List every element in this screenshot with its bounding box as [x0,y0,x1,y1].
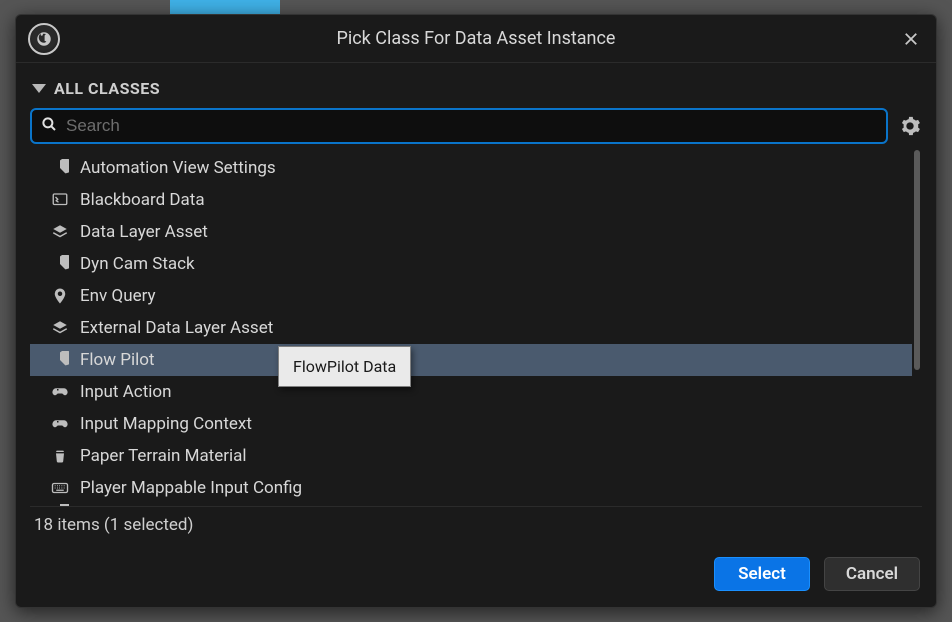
list-item[interactable]: Paper Terrain Material [30,440,912,472]
pin-icon [50,286,70,306]
section-header-all-classes[interactable]: ALL CLASSES [30,73,922,108]
unreal-logo-icon [28,23,60,55]
gamepad-icon [50,414,70,434]
list-item-label: Paper Terrain Material [80,446,247,466]
search-input[interactable] [66,116,878,136]
select-button[interactable]: Select [714,557,810,591]
cancel-button-label: Cancel [846,564,898,584]
cancel-button[interactable]: Cancel [824,557,920,591]
list-item[interactable]: External Data Layer Asset [30,312,912,344]
dialog-title: Pick Class For Data Asset Instance [16,28,936,49]
list-item-label: Blackboard Data [80,190,205,210]
dialog-body: ALL CLASSES Automation View Settings Blac… [16,63,936,539]
dialog-footer: Select Cancel [16,539,936,607]
list-item-label: Data Layer Asset [80,222,208,242]
search-icon [40,115,58,137]
tooltip-text: FlowPilot Data [293,357,396,376]
class-list[interactable]: Automation View Settings Blackboard Data D… [30,148,912,506]
status-text: 18 items (1 selected) [34,515,193,535]
list-item-label: Flow Pilot [80,350,154,370]
layers-icon [50,222,70,242]
class-list-container: Automation View Settings Blackboard Data D… [30,148,922,506]
list-item[interactable]: Input Mapping Context [30,408,912,440]
list-item-label: Automation View Settings [80,158,276,178]
list-item-label: Player Mappable Input Config [80,478,302,498]
section-label: ALL CLASSES [54,79,160,98]
select-button-label: Select [738,564,786,584]
status-bar: 18 items (1 selected) [30,506,922,539]
list-item-label: Input Mapping Context [80,414,252,434]
pie-icon [50,350,70,370]
keyboard-icon [50,478,70,498]
layers-icon [50,318,70,338]
scrollbar-thumb[interactable] [914,150,920,370]
list-item[interactable]: Flow Pilot [30,344,912,376]
list-item[interactable]: Dyn Cam Stack [30,248,912,280]
list-item-label: Dyn Cam Stack [80,254,195,274]
list-item[interactable]: Env Query [30,280,912,312]
board-icon [50,190,70,210]
pie-icon [50,504,70,506]
pie-icon [50,158,70,178]
close-button[interactable] [898,26,924,52]
list-item[interactable]: Blackboard Data [30,184,912,216]
settings-button[interactable] [898,114,922,138]
gamepad-icon [50,382,70,402]
background-accent [170,0,280,14]
chevron-down-icon [32,84,46,93]
list-item-label: Env Query [80,286,156,306]
scrollbar[interactable] [912,148,922,506]
trash-icon [50,446,70,466]
list-item[interactable]: Data Layer Asset [30,216,912,248]
search-row [30,108,922,144]
list-item[interactable]: Automation View Settings [30,152,912,184]
list-item[interactable] [30,504,912,506]
list-item-label: External Data Layer Asset [80,318,273,338]
class-picker-dialog: Pick Class For Data Asset Instance ALL C… [15,14,937,608]
list-item[interactable]: Input Action [30,376,912,408]
list-item[interactable]: Player Mappable Input Config [30,472,912,504]
pie-icon [50,254,70,274]
list-item-label: Input Action [80,382,171,402]
tooltip: FlowPilot Data [278,346,411,387]
search-field-wrap[interactable] [30,108,888,144]
dialog-titlebar: Pick Class For Data Asset Instance [16,15,936,63]
